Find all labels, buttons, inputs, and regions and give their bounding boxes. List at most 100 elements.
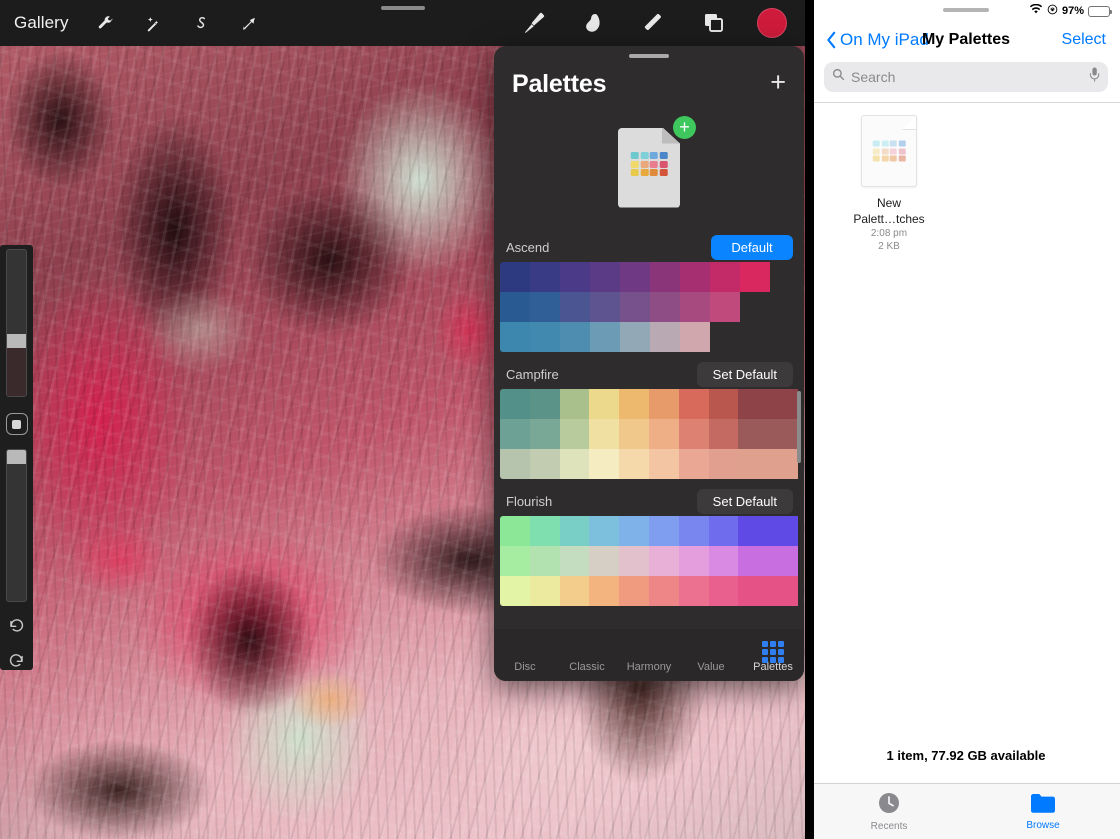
color-swatch[interactable]: [738, 389, 768, 419]
color-swatch[interactable]: [620, 262, 650, 292]
color-swatch[interactable]: [709, 449, 739, 479]
window-drag-handle[interactable]: [381, 6, 425, 10]
palette-tab-disc[interactable]: Disc: [494, 661, 556, 675]
color-swatch[interactable]: [709, 546, 739, 576]
color-swatch[interactable]: [680, 322, 710, 352]
search-input[interactable]: Search: [824, 62, 1108, 92]
color-swatch[interactable]: [710, 292, 740, 322]
palette-tab-value[interactable]: Value: [680, 661, 742, 675]
color-swatch[interactable]: [768, 576, 798, 606]
new-palette-button[interactable]: +: [494, 104, 804, 231]
color-swatch[interactable]: [679, 449, 709, 479]
color-swatch[interactable]: [560, 449, 590, 479]
color-swatch[interactable]: [740, 262, 770, 292]
color-swatch[interactable]: [649, 449, 679, 479]
transform-arrow-icon[interactable]: [235, 8, 265, 38]
color-swatch[interactable]: [560, 322, 590, 352]
color-swatch[interactable]: [560, 262, 590, 292]
color-swatch[interactable]: [590, 292, 620, 322]
color-swatch[interactable]: [589, 389, 619, 419]
color-swatch[interactable]: [620, 322, 650, 352]
color-swatch[interactable]: [620, 292, 650, 322]
color-swatch[interactable]: [500, 516, 530, 546]
color-swatch[interactable]: [619, 576, 649, 606]
add-badge-icon[interactable]: +: [673, 116, 696, 139]
select-button[interactable]: Select: [1062, 31, 1106, 49]
palette-set-default-button[interactable]: Set Default: [697, 362, 793, 387]
opacity-handle[interactable]: [6, 450, 27, 464]
magic-wand-icon[interactable]: [139, 8, 169, 38]
color-swatch[interactable]: [500, 419, 530, 449]
color-swatch[interactable]: [649, 516, 679, 546]
color-swatch[interactable]: [589, 576, 619, 606]
color-swatch[interactable]: [738, 516, 768, 546]
color-swatch[interactable]: [679, 389, 709, 419]
brush-size-handle[interactable]: [6, 334, 27, 348]
color-swatch[interactable]: [500, 292, 530, 322]
color-swatch[interactable]: [589, 516, 619, 546]
color-swatch[interactable]: [560, 419, 590, 449]
color-swatch[interactable]: [500, 322, 530, 352]
color-swatch[interactable]: [650, 292, 680, 322]
color-swatch[interactable]: [530, 322, 560, 352]
color-swatch[interactable]: [500, 262, 530, 292]
color-swatch[interactable]: [738, 546, 768, 576]
color-swatch[interactable]: [560, 546, 590, 576]
color-swatch[interactable]: [649, 576, 679, 606]
color-swatch[interactable]: [649, 419, 679, 449]
palette-tab-harmony[interactable]: Harmony: [618, 661, 680, 675]
color-swatch[interactable]: [530, 546, 560, 576]
color-swatch[interactable]: [679, 546, 709, 576]
active-color-swatch[interactable]: [757, 8, 787, 38]
color-swatch[interactable]: [530, 576, 560, 606]
opacity-slider[interactable]: [6, 449, 27, 602]
color-swatch[interactable]: [589, 419, 619, 449]
color-swatch[interactable]: [590, 322, 620, 352]
file-item[interactable]: NewPalett…tches2:08 pm2 KB: [834, 115, 944, 253]
color-swatch[interactable]: [709, 419, 739, 449]
palette-tab-palettes[interactable]: Palettes: [742, 661, 804, 675]
add-palette-button[interactable]: +: [770, 69, 786, 100]
color-swatch[interactable]: [709, 389, 739, 419]
layers-icon[interactable]: [697, 6, 731, 40]
color-swatch[interactable]: [530, 516, 560, 546]
color-swatch[interactable]: [768, 516, 798, 546]
microphone-icon[interactable]: [1089, 67, 1100, 87]
color-swatch[interactable]: [680, 292, 710, 322]
color-swatch[interactable]: [768, 546, 798, 576]
color-swatch[interactable]: [500, 576, 530, 606]
undo-button[interactable]: [7, 616, 26, 635]
color-swatch[interactable]: [589, 546, 619, 576]
color-swatch[interactable]: [738, 576, 768, 606]
color-swatch[interactable]: [679, 516, 709, 546]
paintbrush-icon[interactable]: [517, 6, 551, 40]
palettes-scrollbar[interactable]: [797, 391, 801, 463]
color-swatch[interactable]: [738, 449, 768, 479]
color-swatch[interactable]: [590, 262, 620, 292]
color-swatch[interactable]: [738, 419, 768, 449]
modify-button[interactable]: [6, 413, 28, 435]
color-swatch[interactable]: [530, 292, 560, 322]
color-swatch[interactable]: [768, 449, 798, 479]
color-swatch[interactable]: [560, 389, 590, 419]
color-swatch[interactable]: [619, 546, 649, 576]
brush-size-slider[interactable]: [6, 249, 27, 397]
smudge-icon[interactable]: [577, 6, 611, 40]
color-swatch[interactable]: [530, 419, 560, 449]
files-tab-recents[interactable]: Recents: [812, 791, 966, 832]
color-swatch[interactable]: [560, 516, 590, 546]
color-swatch[interactable]: [768, 419, 798, 449]
color-swatch[interactable]: [619, 389, 649, 419]
color-swatch[interactable]: [709, 576, 739, 606]
color-swatch[interactable]: [530, 449, 560, 479]
color-swatch[interactable]: [560, 576, 590, 606]
color-swatch[interactable]: [500, 449, 530, 479]
color-swatch[interactable]: [589, 449, 619, 479]
color-swatch[interactable]: [619, 449, 649, 479]
color-swatch[interactable]: [530, 262, 560, 292]
selection-icon[interactable]: [187, 8, 217, 38]
palette-default-badge[interactable]: Default: [711, 235, 793, 260]
color-swatch[interactable]: [650, 262, 680, 292]
color-swatch[interactable]: [619, 516, 649, 546]
files-drag-handle[interactable]: [943, 8, 989, 12]
